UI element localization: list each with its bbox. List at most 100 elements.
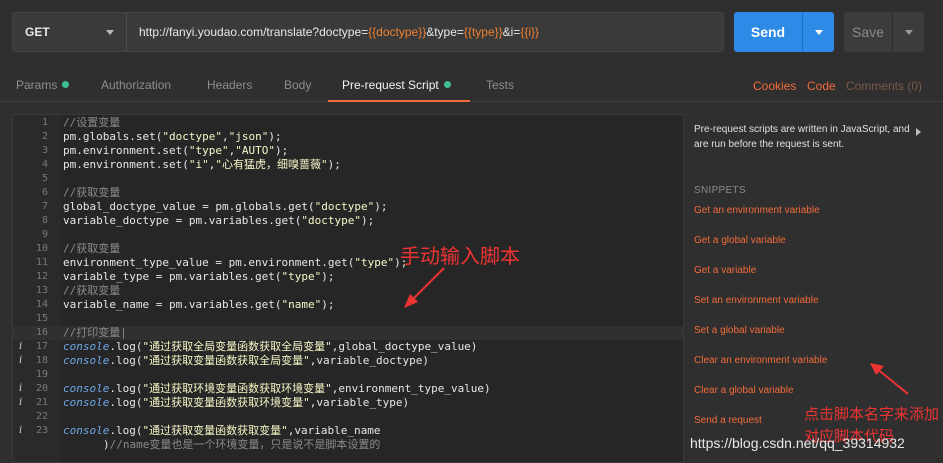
code-text: variable_name = pm.variables.get("name")… — [63, 298, 335, 312]
code-line[interactable]: 13 //获取变量 — [13, 284, 683, 298]
active-dot-icon — [62, 81, 70, 88]
line-number: 15 — [35, 313, 48, 324]
code-token: //获取变量 — [63, 284, 121, 297]
code-token: console — [63, 354, 110, 367]
code-line[interactable]: 1 //设置变量 — [13, 116, 683, 130]
snippet-clear-global-variable[interactable]: Clear a global variable — [694, 385, 794, 396]
annotation-arrow-icon — [404, 267, 445, 308]
line-number: 22 — [35, 411, 48, 422]
code-line[interactable]: 10 //获取变量 — [13, 242, 683, 256]
tab-authorization[interactable]: Authorization — [101, 70, 171, 102]
code-token: "doctype" — [162, 130, 222, 143]
code-token: global_doctype_value = pm.globals.get( — [63, 200, 315, 213]
tab-body-label: Body — [284, 78, 312, 92]
code-token: ); — [374, 200, 388, 213]
code-token: ); — [321, 298, 335, 311]
annotation-arrow-icon — [870, 363, 909, 395]
line-number: 18 — [35, 355, 48, 366]
line-number: 1 — [41, 117, 48, 128]
comments-link[interactable]: Comments (0) — [846, 70, 922, 102]
code-token: //设置变量 — [63, 116, 121, 129]
code-token: .log( — [109, 396, 143, 409]
code-token: ); — [274, 144, 289, 157]
code-token: ); — [268, 130, 282, 143]
cookies-link[interactable]: Cookies — [753, 70, 796, 102]
code-text: pm.environment.set("i","心有猛虎，细嗅蔷薇"); — [63, 158, 341, 172]
chevron-right-icon[interactable] — [916, 128, 921, 136]
request-url-bar: GET http://fanyi.youdao.com/translate?do… — [12, 12, 724, 52]
code-line[interactable]: 12 variable_type = pm.variables.get("type… — [13, 270, 683, 284]
code-text: console.log("通过获取变量函数获取变量",variable_name — [63, 424, 380, 438]
code-token: ,variable_type) — [309, 396, 410, 409]
snippet-send-request[interactable]: Send a request — [694, 415, 762, 426]
code-line[interactable]: i 17 console.log("通过获取全局变量函数获取全局变量",global… — [13, 340, 683, 354]
code-link[interactable]: Code — [807, 70, 836, 102]
snippet-get-env-variable[interactable]: Get an environment variable — [694, 205, 820, 216]
line-number: 4 — [41, 159, 48, 170]
code-text: //获取变量 — [63, 186, 120, 200]
snippet-set-global-variable[interactable]: Set a global variable — [694, 325, 785, 336]
code-text: global_doctype_value = pm.globals.get("d… — [63, 200, 388, 214]
snippet-get-global-variable[interactable]: Get a global variable — [694, 235, 786, 246]
code-line[interactable]: 15 — [13, 312, 683, 326]
code-line[interactable]: i 18 console.log("通过获取变量函数获取全局变量",variable… — [13, 354, 683, 368]
code-text: //获取变量 — [63, 284, 120, 298]
code-area[interactable]: 1 //设置变量 2 pm.globals.set("doctype","json")… — [13, 116, 683, 452]
postman-window: GET http://fanyi.youdao.com/translate?do… — [0, 0, 943, 463]
code-line[interactable]: 19 — [13, 368, 683, 382]
code-line-wrap[interactable]: )//name变量也是一个环境变量，只是说不是脚本设置的 — [13, 438, 683, 452]
snippet-set-env-variable[interactable]: Set an environment variable — [694, 295, 819, 306]
code-line[interactable]: 14 variable_name = pm.variables.get("name… — [13, 298, 683, 312]
line-number: 21 — [35, 397, 48, 408]
code-text: variable_doctype = pm.variables.get("doc… — [63, 214, 374, 228]
code-token: "通过获取变量函数获取环境变量" — [142, 396, 310, 409]
code-line[interactable]: 9 — [13, 228, 683, 242]
send-options-button[interactable] — [803, 29, 834, 35]
code-line[interactable]: 2 pm.globals.set("doctype","json"); — [13, 130, 683, 144]
send-button[interactable]: Send — [734, 12, 834, 52]
code-line[interactable]: 3 pm.environment.set("type","AUTO"); — [13, 144, 683, 158]
code-line[interactable]: i 21 console.log("通过获取变量函数获取环境变量",variable… — [13, 396, 683, 410]
code-token: console — [63, 424, 110, 437]
tab-headers[interactable]: Headers — [207, 70, 252, 102]
code-token: .log( — [109, 340, 143, 353]
code-token: "通过获取变量函数获取全局变量" — [142, 354, 310, 367]
url-input[interactable]: http://fanyi.youdao.com/translate?doctyp… — [127, 25, 539, 39]
code-token: "通过获取变量函数获取变量" — [142, 424, 288, 437]
tab-tests-label: Tests — [486, 78, 515, 92]
code-line[interactable]: 16 //打印变量| — [13, 326, 683, 340]
snippet-get-variable[interactable]: Get a variable — [694, 265, 756, 276]
code-token: variable_type = pm.variables.get( — [63, 270, 282, 283]
code-text: console.log("通过获取环境变量函数获取环境变量",environme… — [63, 382, 491, 396]
tab-prerequest-label: Pre-request Script — [342, 78, 439, 92]
save-button[interactable]: Save — [844, 12, 924, 52]
code-line[interactable]: 6 //获取变量 — [13, 186, 683, 200]
code-line[interactable]: 5 — [13, 172, 683, 186]
script-editor[interactable]: 1 //设置变量 2 pm.globals.set("doctype","json")… — [12, 114, 684, 463]
url-text: http://fanyi.youdao.com/translate?doctyp… — [139, 25, 369, 39]
tab-prerequest-script[interactable]: Pre-request Script — [342, 70, 451, 102]
url-variable: {{type}} — [463, 25, 503, 39]
tab-body[interactable]: Body — [284, 70, 311, 102]
code-line[interactable]: i 20 console.log("通过获取环境变量函数获取环境变量",enviro… — [13, 382, 683, 396]
code-text: //设置变量 — [63, 116, 120, 130]
code-token: environment_type_value = pm.environment.… — [63, 256, 355, 269]
code-token: variable_doctype = pm.variables.get( — [63, 214, 302, 227]
url-variable: {{doctype}} — [368, 25, 427, 39]
snippet-clear-env-variable[interactable]: Clear an environment variable — [694, 355, 827, 366]
tab-tests[interactable]: Tests — [486, 70, 514, 102]
code-token: "type" — [281, 270, 322, 283]
code-text: console.log("通过获取全局变量函数获取全局变量",global_do… — [63, 340, 477, 354]
save-options-button[interactable] — [893, 29, 924, 35]
tab-authorization-label: Authorization — [101, 78, 172, 92]
code-line[interactable]: 4 pm.environment.set("i","心有猛虎，细嗅蔷薇"); — [13, 158, 683, 172]
tab-params[interactable]: Params — [16, 70, 70, 102]
code-line[interactable]: 7 global_doctype_value = pm.globals.get("… — [13, 200, 683, 214]
code-line[interactable]: i 23 console.log("通过获取变量函数获取变量",variable_n… — [13, 424, 683, 438]
code-line[interactable]: 22 — [13, 410, 683, 424]
code-token: "通过获取环境变量函数获取环境变量" — [142, 382, 332, 395]
method-select[interactable]: GET — [13, 13, 127, 51]
code-line[interactable]: 11 environment_type_value = pm.environmen… — [13, 256, 683, 270]
chevron-down-icon — [904, 29, 913, 35]
code-line[interactable]: 8 variable_doctype = pm.variables.get("do… — [13, 214, 683, 228]
